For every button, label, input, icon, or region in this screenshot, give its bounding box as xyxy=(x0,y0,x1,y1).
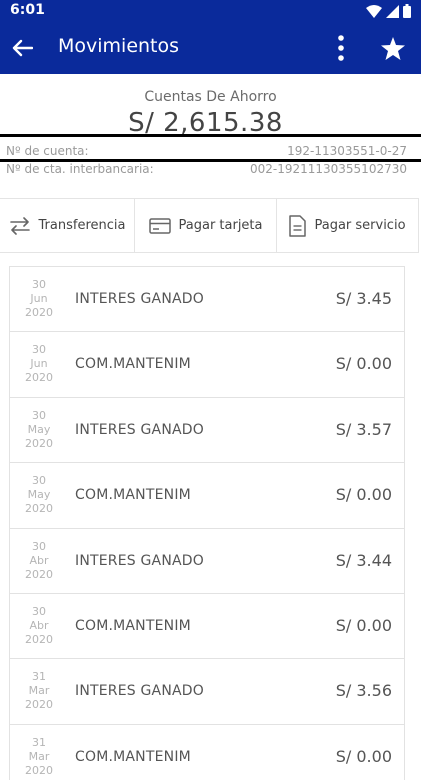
movement-amount: S/ 3.45 xyxy=(335,289,392,308)
account-number-row: Nº de cuenta: 192-11303551-0-27 xyxy=(0,144,421,160)
status-time: 6:01 xyxy=(10,2,45,18)
movement-description: INTERES GANADO xyxy=(75,552,204,569)
movement-description: COM.MANTENIM xyxy=(75,748,191,765)
favorite-button[interactable] xyxy=(378,34,408,62)
movement-description: INTERES GANADO xyxy=(75,421,204,438)
movement-date: 30 Jun 2020 xyxy=(25,278,53,319)
app-bar: Movimientos xyxy=(0,22,421,74)
cci-label: Nº de cta. interbancaria: xyxy=(6,162,154,176)
movement-date: 30 May 2020 xyxy=(25,408,53,450)
wifi-icon xyxy=(366,4,382,18)
list-item[interactable]: 31 Mar 2020 COM.MANTENIM S/ 0.00 xyxy=(9,723,405,780)
pay-service-label: Pagar servicio xyxy=(314,218,406,233)
movement-description: COM.MANTENIM xyxy=(75,617,191,634)
movement-description: COM.MANTENIM xyxy=(75,487,191,504)
list-item[interactable]: 30 Abr 2020 INTERES GANADO S/ 3.44 xyxy=(9,527,405,593)
account-number-label: Nº de cuenta: xyxy=(6,144,89,158)
status-icons xyxy=(366,3,411,19)
more-vertical-icon xyxy=(338,35,344,61)
pay-card-label: Pagar tarjeta xyxy=(178,218,263,233)
cci-value: 002-19211130355102730 xyxy=(249,162,407,176)
list-item[interactable]: 30 Jun 2020 COM.MANTENIM S/ 0.00 xyxy=(9,331,405,397)
movement-description: INTERES GANADO xyxy=(75,683,204,700)
movement-amount: S/ 0.00 xyxy=(335,354,392,374)
list-item[interactable]: 30 May 2020 COM.MANTENIM S/ 0.00 xyxy=(9,462,405,528)
movement-date: 31 Mar 2020 xyxy=(25,735,53,777)
document-icon xyxy=(289,214,307,237)
transfer-button[interactable]: Transferencia xyxy=(0,199,135,252)
quick-actions: Transferencia Pagar tarjeta Pagar servic… xyxy=(0,198,419,253)
movement-amount: S/ 0.00 xyxy=(335,746,392,766)
movement-amount: S/ 0.00 xyxy=(335,485,392,505)
list-item[interactable]: 30 May 2020 INTERES GANADO S/ 3.57 xyxy=(9,396,405,463)
pay-card-button[interactable]: Pagar tarjeta xyxy=(135,199,277,252)
transfer-icon xyxy=(9,216,30,235)
movement-amount: S/ 3.57 xyxy=(335,419,392,439)
account-number-value: 192-11303551-0-27 xyxy=(287,144,407,158)
movement-amount: S/ 0.00 xyxy=(335,615,392,635)
overflow-menu-button[interactable] xyxy=(330,34,352,62)
movement-date: 30 May 2020 xyxy=(25,474,53,516)
account-type: Cuentas De Ahorro xyxy=(144,89,277,105)
card-icon xyxy=(148,217,171,234)
transfer-label: Transferencia xyxy=(38,218,126,233)
list-item[interactable]: 30 Jun 2020 INTERES GANADO S/ 3.45 xyxy=(9,266,405,332)
divider xyxy=(0,134,421,137)
movement-date: 31 Mar 2020 xyxy=(25,670,53,712)
signal-icon xyxy=(386,4,399,18)
status-bar: 6:01 xyxy=(0,0,421,22)
arrow-left-icon xyxy=(12,39,33,57)
star-icon xyxy=(381,36,405,60)
movement-date: 30 Abr 2020 xyxy=(25,604,53,646)
movement-date: 30 Jun 2020 xyxy=(25,343,53,385)
back-button[interactable] xyxy=(8,34,36,62)
list-item[interactable]: 30 Abr 2020 COM.MANTENIM S/ 0.00 xyxy=(9,592,405,659)
movement-amount: S/ 3.44 xyxy=(335,550,392,570)
movement-amount: S/ 3.56 xyxy=(335,681,392,701)
cci-row: Nº de cta. interbancaria: 002-1921113035… xyxy=(0,162,421,178)
movement-description: COM.MANTENIM xyxy=(75,356,191,373)
list-item[interactable]: 31 Mar 2020 INTERES GANADO S/ 3.56 xyxy=(9,658,405,724)
movements-list: 30 Jun 2020 INTERES GANADO S/ 3.45 30 Jun 20… xyxy=(9,266,405,780)
movement-description: INTERES GANADO xyxy=(75,291,204,307)
page-title: Movimientos xyxy=(58,35,180,57)
pay-service-button[interactable]: Pagar servicio xyxy=(277,199,419,252)
movement-date: 30 Abr 2020 xyxy=(25,539,53,581)
battery-icon xyxy=(403,4,411,18)
